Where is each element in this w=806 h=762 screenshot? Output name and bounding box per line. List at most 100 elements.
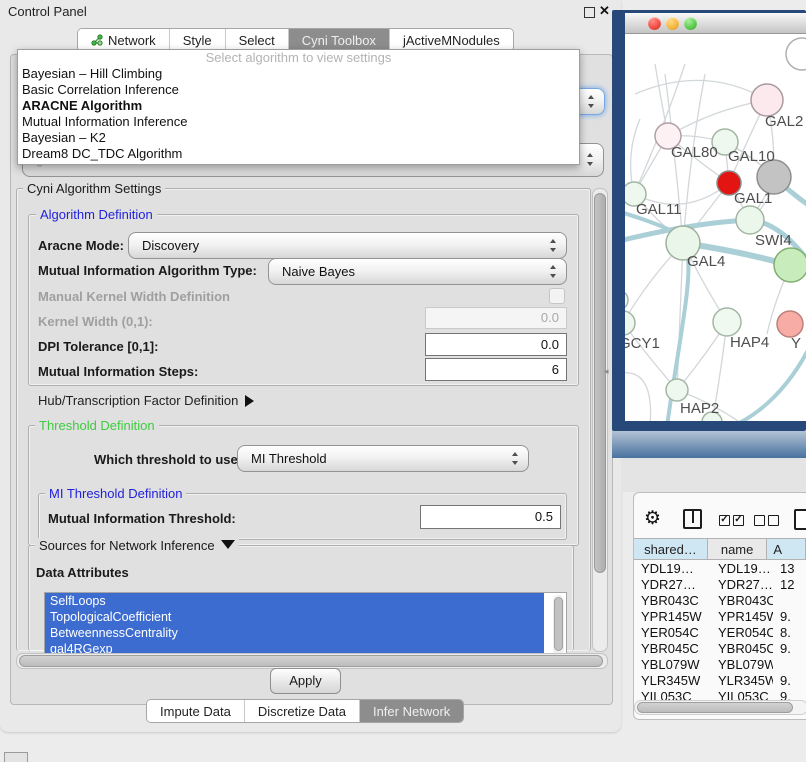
which-threshold-combo[interactable]: MI Threshold <box>237 445 529 472</box>
settings-horizontal-scrollbar[interactable] <box>16 653 608 669</box>
network-node-label: GAL11 <box>636 201 682 218</box>
network-node[interactable] <box>757 160 791 194</box>
close-icon[interactable]: ✕ <box>599 3 610 19</box>
list-scrollbar[interactable] <box>553 595 564 655</box>
table-cell: YPR145W <box>711 609 773 625</box>
hub-definition-label: Hub/Transcription Factor Definition <box>38 393 238 408</box>
float-window-icon[interactable] <box>584 7 595 18</box>
network-node[interactable] <box>786 38 806 70</box>
table-settings-gear-icon[interactable]: ⚙ <box>644 509 661 528</box>
tab-network[interactable]: Network <box>78 29 170 51</box>
dpi-tolerance-label: DPI Tolerance [0,1]: <box>38 339 158 354</box>
minimized-panel-chip[interactable] <box>4 752 28 762</box>
table-row[interactable]: YDR27…YDR27…12 <box>634 577 806 593</box>
data-attributes-list[interactable]: SelfLoopsTopologicalCoefficientBetweenne… <box>44 592 567 660</box>
table-cell: YPR145W <box>634 609 711 625</box>
network-node-y[interactable] <box>777 311 803 337</box>
table-row[interactable]: YBR043CYBR043C <box>634 593 806 609</box>
cyni-algorithm-settings-title: Cyni Algorithm Settings <box>23 181 165 196</box>
select-all-columns-icon[interactable]: ✓✓ <box>719 512 747 530</box>
tab-style[interactable]: Style <box>170 29 226 51</box>
table-horizontal-scrollbar[interactable] <box>634 700 806 715</box>
algorithm-dropdown-item[interactable]: Dream8 DC_TDC Algorithm <box>18 146 579 162</box>
table-header-row: shared… name A <box>634 538 806 560</box>
table-row[interactable]: YBL079WYBL079W <box>634 657 806 673</box>
table-cell: 9. <box>773 641 806 657</box>
network-node-label: GAL4 <box>687 253 725 270</box>
network-node[interactable] <box>625 290 628 310</box>
split-columns-icon[interactable] <box>683 509 702 529</box>
network-canvas[interactable]: GAL2GAL80GAL10GAL1GAL11SWI4GAL4GCY1HAP4Y… <box>625 34 806 421</box>
tab-infer-network[interactable]: Infer Network <box>360 700 463 722</box>
algorithm-dropdown-placeholder: Select algorithm to view settings <box>18 50 579 66</box>
algorithm-dropdown-item[interactable]: Basic Correlation Inference <box>18 82 579 98</box>
manual-kernel-checkbox[interactable] <box>549 288 565 304</box>
settings-vertical-scrollbar[interactable] <box>592 188 608 652</box>
data-attribute-item[interactable]: TopologicalCoefficient <box>45 609 544 625</box>
hub-definition-toggle[interactable]: Hub/Transcription Factor Definition <box>38 393 254 408</box>
sources-group-toggle[interactable]: Sources for Network Inference <box>35 538 239 553</box>
table-row[interactable]: YER054CYER054C8. <box>634 625 806 641</box>
data-attribute-item[interactable]: BetweennessCentrality <box>45 625 544 641</box>
network-icon <box>91 34 103 46</box>
network-node-gal1[interactable] <box>736 206 764 234</box>
tab-cyni-toolbox[interactable]: Cyni Toolbox <box>289 29 390 51</box>
mi-type-value: Naive Bayes <box>269 259 566 284</box>
bottom-tabbar: Impute Data Discretize Data Infer Networ… <box>146 699 464 723</box>
sources-group-title: Sources for Network Inference <box>39 538 215 553</box>
mi-steps-field[interactable]: 6 <box>425 358 567 381</box>
tab-cyni-toolbox-label: Cyni Toolbox <box>302 33 376 48</box>
aracne-mode-combo[interactable]: Discovery <box>128 232 567 259</box>
aracne-mode-label: Aracne Mode: <box>38 238 124 253</box>
threshold-definition-title: Threshold Definition <box>35 418 159 433</box>
combo-arrows-icon <box>550 238 557 253</box>
kernel-width-field[interactable]: 0.0 <box>425 307 567 329</box>
deselect-all-columns-icon[interactable] <box>754 512 782 530</box>
network-node-hap4[interactable] <box>713 308 741 336</box>
tab-infer-network-label: Infer Network <box>373 704 450 719</box>
mi-threshold-field[interactable]: 0.5 <box>420 505 561 529</box>
network-graph: GAL2GAL80GAL10GAL1GAL11SWI4GAL4GCY1HAP4Y… <box>625 34 806 421</box>
network-node-hap2[interactable] <box>666 379 688 401</box>
column-header-shared-name[interactable]: shared… <box>634 538 708 560</box>
table-cell: YIL053C <box>711 689 773 700</box>
table-cell: YDR27… <box>711 577 773 593</box>
column-header-name[interactable]: name <box>708 538 767 560</box>
network-node-gcy1[interactable] <box>625 311 635 335</box>
close-traffic-light-icon[interactable] <box>648 17 661 30</box>
table-row[interactable]: YPR145WYPR145W9. <box>634 609 806 625</box>
tab-jactivemnodules-label: jActiveMNodules <box>403 33 500 48</box>
algorithm-dropdown-item[interactable]: Bayesian – Hill Climbing <box>18 66 579 82</box>
which-threshold-value: MI Threshold <box>238 446 528 471</box>
table-row[interactable]: YDL19…YDL19…13 <box>634 561 806 577</box>
tab-discretize-data[interactable]: Discretize Data <box>245 700 360 722</box>
table-cell: YLR345W <box>711 673 773 689</box>
dpi-tolerance-field[interactable]: 0.0 <box>425 333 567 356</box>
network-node-swi4[interactable] <box>774 248 806 282</box>
network-node-label: GAL80 <box>671 144 718 161</box>
tab-select[interactable]: Select <box>226 29 289 51</box>
tab-jactivemnodules[interactable]: jActiveMNodules <box>390 29 513 51</box>
network-node-gal2[interactable] <box>751 84 783 116</box>
table-row[interactable]: YBR045CYBR045C9. <box>634 641 806 657</box>
algorithm-dropdown-item[interactable]: Bayesian – K2 <box>18 130 579 146</box>
tab-impute-data[interactable]: Impute Data <box>147 700 245 722</box>
mi-steps-label: Mutual Information Steps: <box>38 364 198 379</box>
algorithm-dropdown-item[interactable]: Mutual Information Inference <box>18 114 579 130</box>
new-table-page-icon[interactable] <box>794 509 806 530</box>
data-attribute-item[interactable]: SelfLoops <box>45 593 544 609</box>
mi-type-combo[interactable]: Naive Bayes <box>268 258 567 285</box>
minimize-traffic-light-icon[interactable] <box>666 17 679 30</box>
maximize-traffic-light-icon[interactable] <box>684 17 697 30</box>
combo-arrows-icon <box>512 451 519 466</box>
network-node-label: HAP2 <box>680 400 719 417</box>
table-cell: YBL079W <box>711 657 773 673</box>
tab-select-label: Select <box>239 33 275 48</box>
algorithm-dropdown-item[interactable]: ARACNE Algorithm <box>18 98 579 114</box>
apply-button[interactable]: Apply <box>270 668 341 694</box>
panel-collapse-handle[interactable]: ◂ <box>604 366 609 377</box>
table-row[interactable]: YLR345WYLR345W9. <box>634 673 806 689</box>
table-row[interactable]: YIL053CYIL053C9. <box>634 689 806 700</box>
table-panel-titlebar: Table Panel <box>621 458 806 492</box>
column-header-clipped[interactable]: A <box>767 538 806 560</box>
